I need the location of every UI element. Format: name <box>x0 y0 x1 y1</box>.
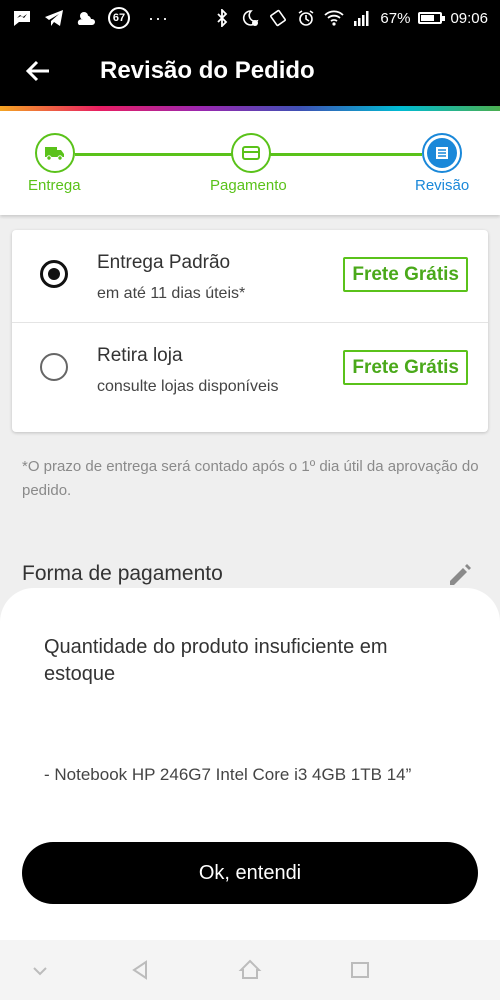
recents-icon[interactable] <box>348 958 372 982</box>
do-not-disturb-icon <box>240 9 260 27</box>
dialog-message: Quantidade do produto insuficiente em es… <box>44 636 388 685</box>
shipping-price-badge: Frete Grátis <box>343 350 468 385</box>
step-pagamento[interactable] <box>231 133 271 173</box>
step-label-entrega: Entrega <box>28 177 81 194</box>
step-connector <box>270 153 422 156</box>
shipping-options-card: Entrega Padrão em até 11 dias úteis* Fre… <box>12 230 488 432</box>
pencil-icon[interactable] <box>446 561 474 589</box>
back-button[interactable] <box>8 41 68 101</box>
payment-section-title: Forma de pagamento <box>22 562 223 585</box>
shipping-option[interactable]: Retira loja consulte lojas disponíveis F… <box>12 323 488 415</box>
ok-button[interactable]: Ok, entendi <box>22 842 478 904</box>
dialog-product-item: - Notebook HP 246G7 Intel Core i3 4GB 1T… <box>44 765 412 784</box>
credit-card-icon <box>242 146 260 160</box>
back-icon[interactable] <box>128 958 152 982</box>
more-notifications-indicator: ··· <box>148 7 169 28</box>
vibrate-icon <box>268 9 288 27</box>
step-label-revisao: Revisão <box>415 177 470 194</box>
hide-keyboard-icon[interactable] <box>28 958 52 982</box>
shipping-option-subtitle: em até 11 dias úteis* <box>97 285 246 302</box>
shipping-option-title: Entrega Padrão <box>97 252 231 273</box>
step-entrega[interactable] <box>35 133 75 173</box>
radio-selected[interactable] <box>40 260 68 288</box>
shipping-option-subtitle: consulte lojas disponíveis <box>97 378 279 395</box>
step-revisao[interactable] <box>422 133 462 173</box>
wifi-icon <box>324 9 345 27</box>
home-icon[interactable] <box>238 958 262 982</box>
telegram-icon <box>44 9 64 27</box>
stock-warning-sheet: Quantidade do produto insuficiente em es… <box>0 588 500 940</box>
step-connector <box>75 153 235 156</box>
radio-unselected[interactable] <box>40 353 68 381</box>
bluetooth-icon <box>212 9 232 27</box>
shipping-option-title: Retira loja <box>97 345 183 366</box>
battery-percent: 67% <box>380 9 411 27</box>
document-icon <box>436 147 448 159</box>
system-nav-bar <box>0 940 500 1000</box>
shipping-price-badge: Frete Grátis <box>343 257 468 292</box>
checkout-stepper: Entrega Pagamento Revisão <box>0 111 500 215</box>
messenger-icon <box>12 9 32 27</box>
shipping-option[interactable]: Entrega Padrão em até 11 dias úteis* Fre… <box>12 230 488 322</box>
arrow-left-icon <box>25 60 49 82</box>
alarm-icon <box>296 9 316 27</box>
status-bar: 67 ··· 67% 09:06 <box>0 0 500 36</box>
weather-icon <box>76 9 96 27</box>
battery-icon <box>418 12 446 24</box>
truck-icon <box>45 147 64 161</box>
signal-icon <box>352 9 372 27</box>
step-label-pagamento: Pagamento <box>210 177 287 194</box>
notification-count-badge: 67 <box>108 7 130 29</box>
delivery-note: *O prazo de entrega será contado após o … <box>22 458 479 499</box>
clock: 09:06 <box>450 9 488 27</box>
page-title: Revisão do Pedido <box>100 57 315 84</box>
app-bar: Revisão do Pedido <box>0 36 500 106</box>
